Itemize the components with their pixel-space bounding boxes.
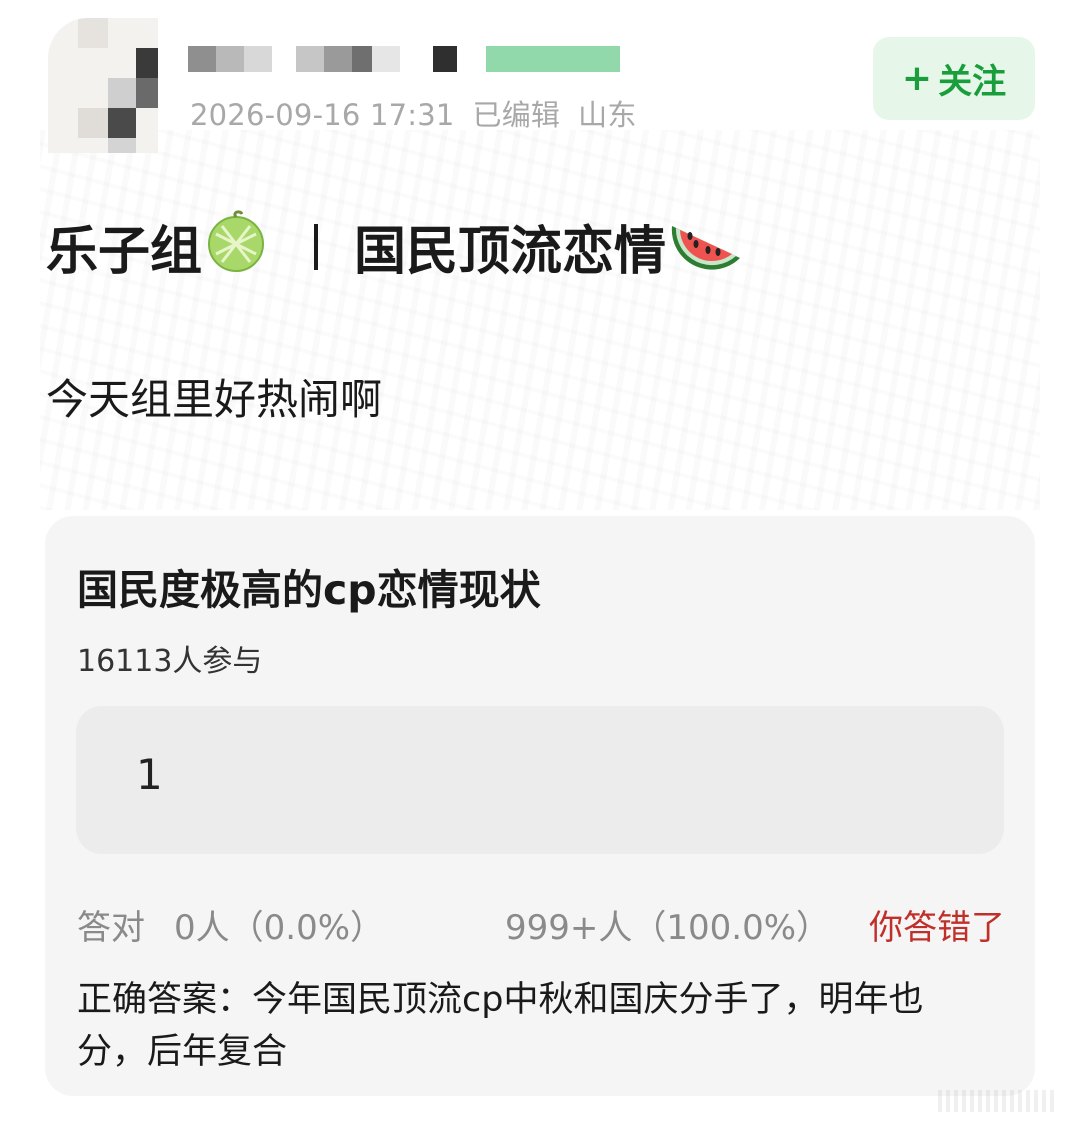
avatar[interactable]	[48, 18, 158, 153]
plus-icon: +	[901, 58, 933, 99]
correct-label: 答对	[77, 908, 145, 948]
wrong-message: 你答错了	[869, 908, 1005, 948]
melon-icon	[202, 206, 270, 287]
edited-label: 已编辑	[472, 98, 561, 132]
answer-option[interactable]: 1	[76, 706, 1004, 854]
post-title-right: 国民顶流恋情	[354, 222, 667, 282]
correct-answer: 正确答案：今年国民顶流cp中秋和国庆分手了，明年也分，后年复合	[77, 980, 924, 1072]
wrong-stats: 999+人（100.0%）	[505, 908, 831, 948]
username-censored[interactable]	[188, 46, 628, 74]
post-title: 乐子组 国民顶流恋情	[46, 206, 746, 287]
correct-stats: 0人（0.0%）	[174, 908, 385, 948]
watermelon-icon	[666, 206, 746, 287]
post-location: 山东	[578, 98, 637, 132]
post-meta: 2026-09-16 17:31 已编辑 山东	[190, 92, 655, 134]
answer-value: 1	[136, 750, 163, 799]
post-timestamp: 2026-09-16 17:31	[190, 98, 455, 132]
follow-button[interactable]: + 关注	[873, 37, 1035, 120]
title-separator	[314, 223, 319, 270]
quiz-participants: 16113人参与	[77, 644, 263, 679]
post-body: 今天组里好热闹啊	[46, 375, 383, 424]
background-watermark	[40, 130, 1040, 510]
post-title-left: 乐子组	[46, 222, 203, 282]
follow-label: 关注	[938, 62, 1007, 102]
quiz-card: 国民度极高的cp恋情现状 16113人参与 1 答对 0人（0.0%） 999+…	[45, 516, 1035, 1096]
site-watermark	[938, 1090, 1058, 1112]
quiz-title: 国民度极高的cp恋情现状	[77, 566, 541, 614]
